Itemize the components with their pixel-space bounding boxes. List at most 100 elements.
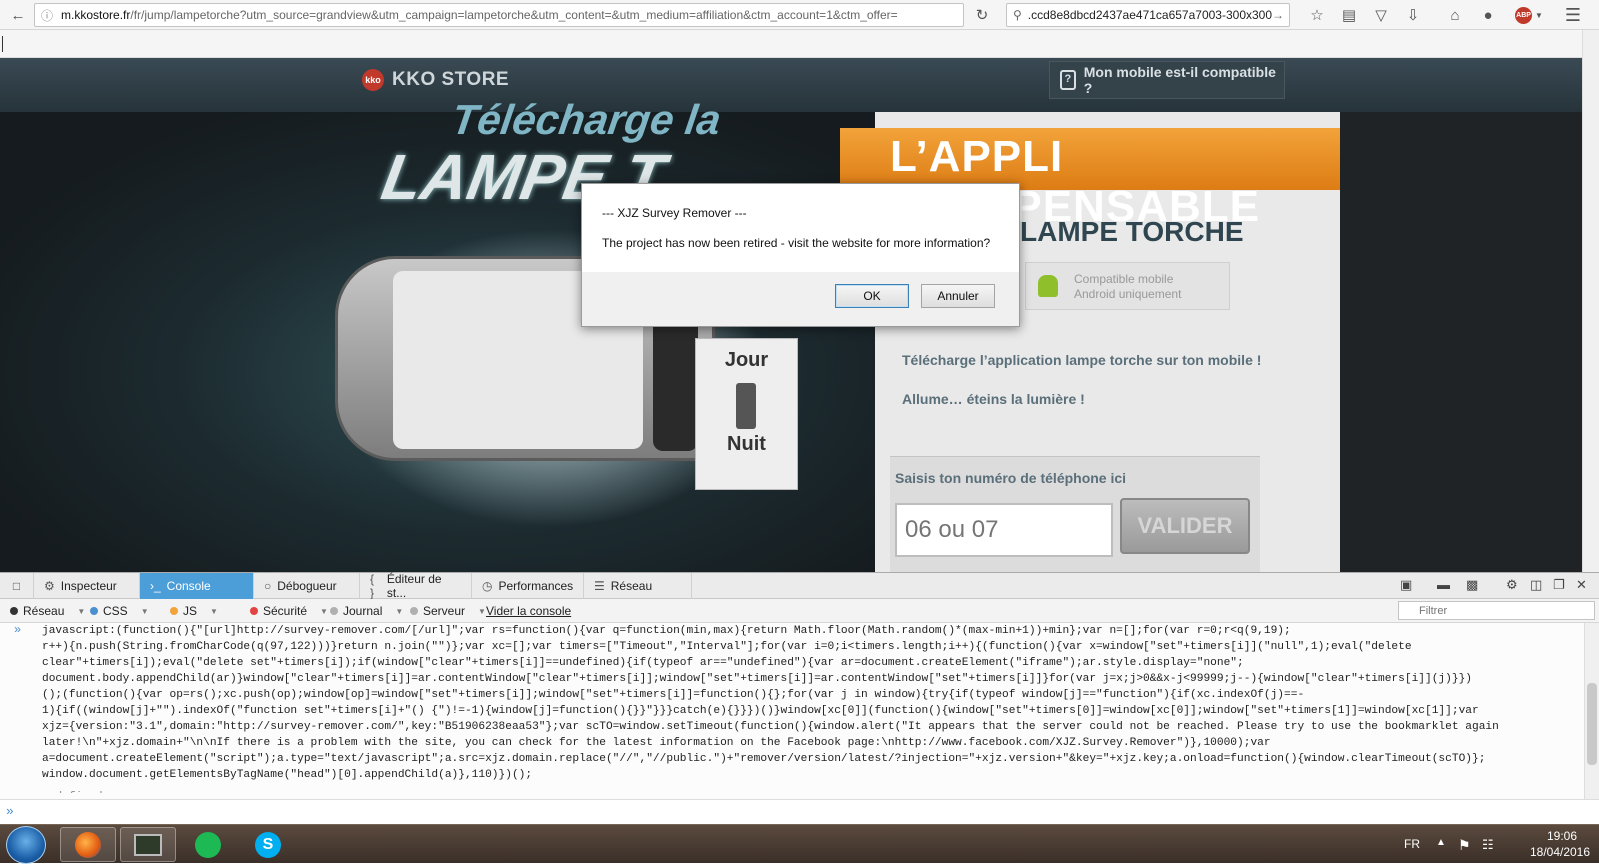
start-button[interactable] xyxy=(6,826,46,864)
adblock-badge: ABP xyxy=(1515,6,1533,24)
ok-button[interactable]: OK xyxy=(835,284,909,308)
screenshot-icon[interactable]: ▩ xyxy=(1466,577,1478,593)
console-input[interactable]: » xyxy=(0,799,1599,825)
console-filter-input[interactable] xyxy=(1398,601,1595,620)
text-cursor-icon xyxy=(2,36,3,52)
page-scrollbar[interactable] xyxy=(1582,30,1599,572)
chevron-down-icon: ▼ xyxy=(140,606,149,616)
switch-night-label: Nuit xyxy=(727,433,766,455)
taskbar-spotify[interactable] xyxy=(180,827,236,862)
taskbar-firefox[interactable] xyxy=(60,827,116,862)
tab-debugger[interactable]: ○ Débogueur xyxy=(254,573,360,599)
console-code: javascript:(function(){"[url]http://surv… xyxy=(42,625,1499,781)
tab-performance[interactable]: ◷ Performances xyxy=(472,573,584,599)
tab-debugger-label: Débogueur xyxy=(277,579,337,593)
undock-icon[interactable]: ❐ xyxy=(1553,577,1565,593)
site-header: kko KKO STORE ? Mon mobile est-il compat… xyxy=(0,58,1582,112)
url-text: m.kkostore.fr/fr/jump/lampetorche?utm_so… xyxy=(61,8,963,22)
compat-line1: Compatible mobile xyxy=(1074,272,1174,286)
back-arrow-icon[interactable]: ← xyxy=(6,3,30,27)
browser-toolbar: ← ⓘ m.kkostore.fr/fr/jump/lampetorche?ut… xyxy=(0,0,1599,30)
task-manager-icon xyxy=(134,833,162,856)
console-scrollbar-thumb[interactable] xyxy=(1587,683,1597,765)
reading-list-icon[interactable]: ▤ xyxy=(1338,3,1360,27)
console-scrollbar[interactable] xyxy=(1584,623,1599,799)
search-bar[interactable]: ⚲ .ccd8e8dbcd2437ae471ca657a7003-300x300… xyxy=(1006,3,1290,27)
bookmark-star-icon[interactable]: ☆ xyxy=(1306,3,1328,27)
search-go-icon[interactable]: → xyxy=(1272,8,1289,22)
bookmarks-bar xyxy=(0,30,1582,58)
css-dot-icon xyxy=(90,607,98,615)
clock-time[interactable]: 19:06 xyxy=(1532,829,1592,843)
console-result: undefined xyxy=(42,791,102,793)
hero-title-line1: Télécharge la xyxy=(448,96,724,143)
dialog-message: The project has now been retired - visit… xyxy=(602,236,991,250)
chevron-down-icon: ▼ xyxy=(395,606,404,616)
promo-ribbon: L’APPLI INDISPENSABLE xyxy=(840,128,1340,231)
inspector-icon: ⚙ xyxy=(44,579,55,593)
description-line1: Télécharge l’application lampe torche su… xyxy=(902,352,1262,368)
reload-icon[interactable]: ↻ xyxy=(970,3,994,27)
url-domain: m.kkostore.fr xyxy=(61,8,131,22)
settings-gear-icon[interactable]: ⚙ xyxy=(1506,577,1518,593)
clear-console-button[interactable]: Vider la console xyxy=(480,601,577,621)
filter-network[interactable]: Réseau ▼ xyxy=(4,601,91,621)
tab-performance-label: Performances xyxy=(498,579,574,593)
chevron-down-icon: ▼ xyxy=(210,606,218,616)
dock-side-icon[interactable]: ◫ xyxy=(1530,577,1542,593)
filter-css[interactable]: CSS ▼ xyxy=(84,601,155,621)
console-input-prompt-icon: » xyxy=(6,804,14,819)
info-icon[interactable]: ⓘ xyxy=(41,7,53,24)
switch-knob[interactable] xyxy=(736,383,756,429)
filter-js[interactable]: JS ▼ xyxy=(164,601,224,621)
filter-security-label: Sécurité xyxy=(263,604,308,618)
clock-date[interactable]: 18/04/2016 xyxy=(1524,845,1596,859)
tab-inspector[interactable]: ⚙ Inspecteur xyxy=(34,573,140,599)
action-center-flag-icon[interactable]: ⚑ xyxy=(1458,837,1471,854)
js-dot-icon xyxy=(170,607,178,615)
home-icon[interactable]: ⌂ xyxy=(1444,3,1466,27)
dock-options-icon[interactable]: ▣ xyxy=(1400,577,1412,593)
menu-icon[interactable]: ☰ xyxy=(1562,3,1584,27)
braces-icon: { } xyxy=(370,572,375,600)
filter-server[interactable]: Serveur ▼ xyxy=(404,601,492,621)
language-indicator[interactable]: FR xyxy=(1404,837,1420,851)
close-icon[interactable]: ✕ xyxy=(1576,577,1587,593)
phone-number-input[interactable] xyxy=(895,503,1113,557)
day-night-switch[interactable]: Jour Nuit xyxy=(695,338,798,490)
taskbar-skype[interactable]: S xyxy=(240,827,296,862)
tab-console[interactable]: ›_ Console xyxy=(140,573,254,599)
validate-button[interactable]: VALIDER xyxy=(1120,498,1250,554)
adblock-icon[interactable]: ABP ▼ xyxy=(1512,3,1546,27)
filter-log[interactable]: Journal ▼ xyxy=(324,601,409,621)
cancel-button[interactable]: Annuler xyxy=(921,284,995,308)
phone-question-icon: ? xyxy=(1060,70,1076,90)
compatibility-button[interactable]: ? Mon mobile est-il compatible ? xyxy=(1049,61,1285,99)
tray-arrow-icon[interactable]: ▲ xyxy=(1436,837,1446,848)
pocket-icon[interactable]: ▽ xyxy=(1370,3,1392,27)
console-output: » javascript:(function(){"[url]http://su… xyxy=(0,623,1584,793)
download-icon[interactable]: ⇩ xyxy=(1402,3,1424,27)
url-bar[interactable]: ⓘ m.kkostore.fr/fr/jump/lampetorche?utm_… xyxy=(34,3,964,27)
logo-text: KKO STORE xyxy=(392,69,510,90)
tab-network[interactable]: ☰ Réseau xyxy=(584,573,692,599)
taskbar-task-manager[interactable] xyxy=(120,827,176,862)
firefox-icon xyxy=(75,831,101,858)
site-logo[interactable]: kko KKO STORE xyxy=(362,69,509,91)
chat-icon[interactable]: ● xyxy=(1477,3,1499,27)
network-icon[interactable]: ☷ xyxy=(1482,837,1494,853)
search-value: .ccd8e8dbcd2437ae471ca657a7003-300x300.j… xyxy=(1027,8,1272,22)
android-icon xyxy=(1038,275,1058,297)
tab-style-editor[interactable]: { } Éditeur de st... xyxy=(360,572,472,600)
log-dot-icon xyxy=(330,607,338,615)
element-picker-icon[interactable]: □ xyxy=(0,573,34,599)
logo-badge: kko xyxy=(362,69,384,91)
result-arrow-icon: ← xyxy=(16,789,28,793)
filter-security[interactable]: Sécurité ▼ xyxy=(244,601,334,621)
devtools-panel: □ ⚙ Inspecteur ›_ Console ○ Débogueur { } Éd… xyxy=(0,572,1599,825)
network-icon: ☰ xyxy=(594,579,605,593)
skype-icon: S xyxy=(255,831,281,858)
responsive-icon[interactable]: ▬ xyxy=(1437,577,1450,592)
performance-icon: ◷ xyxy=(482,579,493,593)
compatibility-box: Compatible mobile Android uniquement xyxy=(1025,262,1230,310)
